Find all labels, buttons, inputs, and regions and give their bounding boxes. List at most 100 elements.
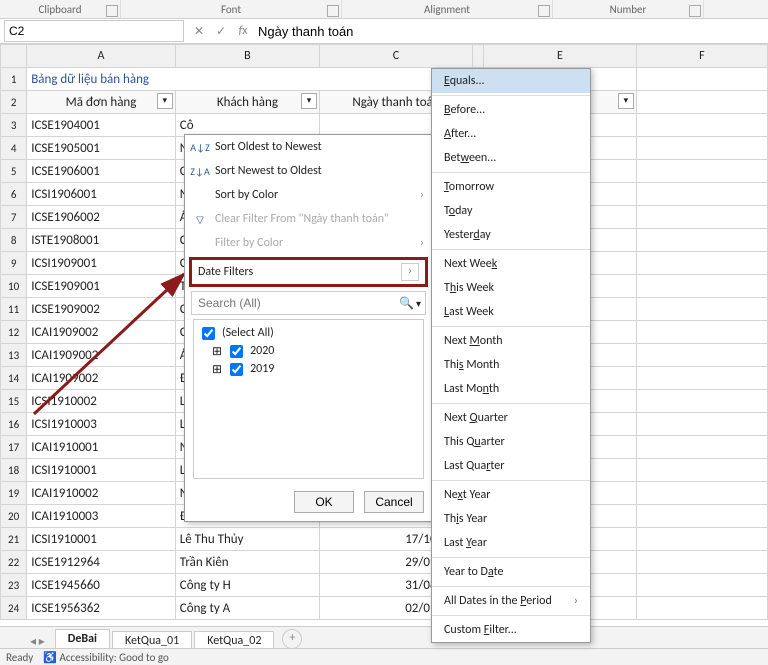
- sort-by-color[interactable]: Sort by Color›: [185, 183, 432, 207]
- menu-next-year[interactable]: Next Year: [432, 483, 590, 507]
- cell[interactable]: ICSE1909001: [27, 275, 176, 298]
- menu-tomorrow[interactable]: Tomorrow: [432, 175, 590, 199]
- row-header[interactable]: 20: [1, 505, 27, 528]
- date-filters[interactable]: Date Filters›: [189, 257, 428, 287]
- filter-dropdown-icon[interactable]: ▾: [618, 93, 634, 109]
- select-all-checkbox[interactable]: (Select All): [198, 324, 419, 342]
- search-icon[interactable]: 🔍: [399, 296, 414, 311]
- expand-icon[interactable]: ⊞: [212, 344, 222, 359]
- cell[interactable]: ISTE1908001: [27, 229, 176, 252]
- row-header[interactable]: 3: [1, 114, 27, 137]
- filter-value-tree[interactable]: (Select All) ⊞2020 ⊞2019: [193, 319, 424, 479]
- cell[interactable]: [636, 482, 767, 505]
- col-header-F[interactable]: F: [636, 45, 767, 68]
- row-header[interactable]: 9: [1, 252, 27, 275]
- row-header[interactable]: 23: [1, 574, 27, 597]
- dialog-launcher-icon[interactable]: [689, 5, 701, 17]
- cell[interactable]: ICSE1906001: [27, 160, 176, 183]
- cancel-formula-icon[interactable]: ✕: [188, 24, 210, 39]
- cell[interactable]: Công ty A: [175, 597, 319, 620]
- row-header[interactable]: 14: [1, 367, 27, 390]
- dropdown-icon[interactable]: ▾: [416, 297, 421, 310]
- cell[interactable]: ICSI1910001: [27, 528, 176, 551]
- cell[interactable]: [636, 160, 767, 183]
- cell[interactable]: [636, 528, 767, 551]
- cell[interactable]: ICSE1956362: [27, 597, 176, 620]
- cell[interactable]: [636, 137, 767, 160]
- table-header-kh[interactable]: Khách hàng▾: [175, 91, 319, 114]
- dialog-launcher-icon[interactable]: [538, 5, 550, 17]
- cell[interactable]: ICSE1912964: [27, 551, 176, 574]
- filter-search-input[interactable]: [196, 295, 399, 311]
- row-header[interactable]: 18: [1, 459, 27, 482]
- menu-this-month[interactable]: This Month: [432, 353, 590, 377]
- menu-equals[interactable]: Equals...: [432, 69, 590, 93]
- cell[interactable]: ICSE1909002: [27, 298, 176, 321]
- cell[interactable]: [636, 551, 767, 574]
- cell[interactable]: ICAI1909002: [27, 367, 176, 390]
- cell[interactable]: ICSE1904001: [27, 114, 176, 137]
- menu-this-year[interactable]: This Year: [432, 507, 590, 531]
- row-header[interactable]: 13: [1, 344, 27, 367]
- cell[interactable]: [636, 413, 767, 436]
- menu-this-quarter[interactable]: This Quarter: [432, 430, 590, 454]
- menu-last-quarter[interactable]: Last Quarter: [432, 454, 590, 478]
- table-header-ma[interactable]: Mã đơn hàng▾: [27, 91, 176, 114]
- cell[interactable]: [636, 390, 767, 413]
- row-header[interactable]: 8: [1, 229, 27, 252]
- row-header[interactable]: 16: [1, 413, 27, 436]
- menu-last-week[interactable]: Last Week: [432, 300, 590, 324]
- menu-last-year[interactable]: Last Year: [432, 531, 590, 555]
- menu-before[interactable]: Before...: [432, 98, 590, 122]
- sort-newest-to-oldest[interactable]: Z↓ASort Newest to Oldest: [185, 159, 432, 183]
- cell[interactable]: [636, 367, 767, 390]
- row-header[interactable]: 15: [1, 390, 27, 413]
- cell[interactable]: [636, 252, 767, 275]
- cell[interactable]: [636, 229, 767, 252]
- cell[interactable]: Lê Thu Thủy: [175, 528, 319, 551]
- col-header-B[interactable]: B: [175, 45, 319, 68]
- worksheet-title[interactable]: Bảng dữ liệu bán hàng: [27, 68, 473, 91]
- row-header[interactable]: 6: [1, 183, 27, 206]
- cell[interactable]: ICSE1906002: [27, 206, 176, 229]
- cell[interactable]: [636, 344, 767, 367]
- sheet-tab-debai[interactable]: DeBai: [55, 629, 110, 650]
- col-header-C[interactable]: C: [320, 45, 473, 68]
- menu-between[interactable]: Between...: [432, 146, 590, 170]
- menu-all-dates-in-period[interactable]: All Dates in the Period›: [432, 589, 590, 613]
- menu-this-week[interactable]: This Week: [432, 276, 590, 300]
- cell[interactable]: [636, 275, 767, 298]
- ok-button[interactable]: OK: [294, 491, 354, 513]
- year-2020-checkbox[interactable]: ⊞2020: [212, 342, 419, 360]
- dialog-launcher-icon[interactable]: [327, 5, 339, 17]
- enter-formula-icon[interactable]: ✓: [210, 24, 232, 39]
- cell[interactable]: [636, 436, 767, 459]
- menu-year-to-date[interactable]: Year to Date: [432, 560, 590, 584]
- dialog-launcher-icon[interactable]: [106, 5, 118, 17]
- cell[interactable]: ICSI1910003: [27, 413, 176, 436]
- menu-last-month[interactable]: Last Month: [432, 377, 590, 401]
- menu-next-week[interactable]: Next Week: [432, 252, 590, 276]
- row-header[interactable]: 4: [1, 137, 27, 160]
- row-header[interactable]: 21: [1, 528, 27, 551]
- col-header-A[interactable]: A: [27, 45, 176, 68]
- row-header[interactable]: 12: [1, 321, 27, 344]
- row-header[interactable]: 7: [1, 206, 27, 229]
- col-header-E[interactable]: E: [483, 45, 636, 68]
- accessibility-status[interactable]: ♿ Accessibility: Good to go: [43, 651, 168, 664]
- cell[interactable]: ICAI1910002: [27, 482, 176, 505]
- cell[interactable]: ICSE1905001: [27, 137, 176, 160]
- filter-dropdown-icon[interactable]: ▾: [301, 93, 317, 109]
- cell[interactable]: [636, 206, 767, 229]
- cell[interactable]: [636, 114, 767, 137]
- cell[interactable]: Trần Kiên: [175, 551, 319, 574]
- cell[interactable]: [636, 321, 767, 344]
- cancel-button[interactable]: Cancel: [364, 491, 424, 513]
- row-header[interactable]: 11: [1, 298, 27, 321]
- row-header[interactable]: 2: [1, 91, 27, 114]
- row-header[interactable]: 24: [1, 597, 27, 620]
- cell[interactable]: [636, 574, 767, 597]
- year-2019-checkbox[interactable]: ⊞2019: [212, 360, 419, 378]
- menu-custom-filter[interactable]: Custom Filter...: [432, 618, 590, 642]
- cell[interactable]: [636, 505, 767, 528]
